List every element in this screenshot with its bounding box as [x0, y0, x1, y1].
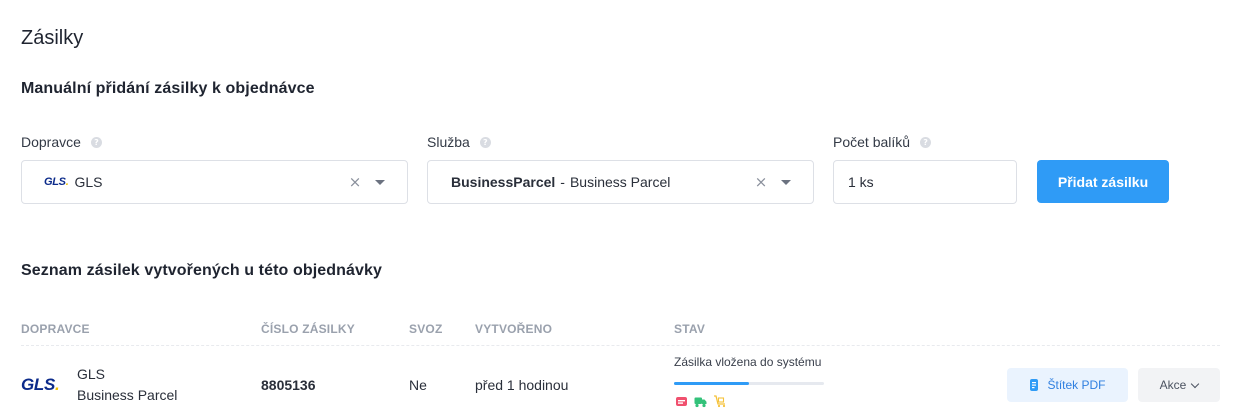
package-count-input[interactable] [833, 160, 1017, 204]
service-label-text: Služba [427, 134, 470, 150]
column-header-carrier: DOPRAVCE [21, 322, 90, 336]
gls-logo: GLS. [21, 375, 60, 394]
column-header-status: STAV [674, 322, 706, 336]
service-select-value: BusinessParcel - Business Parcel [428, 174, 753, 190]
truck-icon [694, 397, 707, 408]
gls-logo: GLS. [44, 176, 69, 188]
carrier-select-text: GLS [74, 174, 103, 190]
service-label: Služba ? [427, 134, 491, 150]
column-header-created: VYTVOŘENO [475, 322, 553, 336]
add-shipment-button[interactable]: Přidat zásilku [1037, 160, 1169, 203]
list-section-title: Seznam zásilek vytvořených u této objedn… [21, 262, 382, 279]
created-value: před 1 hodinou [475, 377, 569, 393]
page-title: Zásilky [21, 27, 84, 49]
clear-icon[interactable]: × [753, 173, 769, 191]
label-pdf-button[interactable]: Štítek PDF [1007, 368, 1128, 402]
shipment-number: 8805136 [261, 377, 316, 393]
pickup-value: Ne [409, 377, 427, 393]
count-label: Počet balíků ? [833, 134, 932, 150]
chevron-down-icon[interactable] [375, 179, 385, 185]
carrier-select[interactable]: GLS. GLS × [21, 160, 408, 204]
carrier-label: Dopravce ? [21, 134, 102, 150]
column-header-number: ČÍSLO ZÁSILKY [261, 322, 355, 336]
status-steps [675, 395, 726, 408]
carrier-service: Business Parcel [77, 387, 178, 403]
table-row: GLS. GLS Business Parcel 8805136 Ne před… [21, 347, 1220, 419]
manual-section-title: Manuální přidání zásilky k objednávce [21, 80, 315, 97]
carrier-select-value: GLS. GLS [22, 174, 347, 190]
carrier-label-text: Dopravce [21, 134, 81, 150]
table-header: DOPRAVCE ČÍSLO ZÁSILKY SVOZ VYTVOŘENO ST… [21, 322, 1220, 346]
label-pdf-text: Štítek PDF [1047, 378, 1106, 392]
actions-dropdown-button[interactable]: Akce [1138, 368, 1220, 402]
chevron-down-icon [1191, 379, 1200, 388]
status-text: Zásilka vložena do systému [674, 355, 822, 369]
delivered-icon [714, 395, 726, 408]
service-name: Business Parcel [569, 174, 671, 190]
service-select[interactable]: BusinessParcel - Business Parcel × [427, 160, 814, 204]
actions-text: Akce [1159, 378, 1187, 392]
column-header-pickup: SVOZ [409, 322, 443, 336]
help-icon[interactable]: ? [920, 136, 932, 148]
service-separator: - [560, 174, 565, 190]
help-icon[interactable]: ? [479, 136, 491, 148]
status-progress-bar [674, 382, 824, 385]
clear-icon[interactable]: × [347, 173, 363, 191]
service-code: BusinessParcel [451, 174, 556, 190]
chevron-down-icon[interactable] [781, 179, 791, 185]
carrier-name: GLS [77, 366, 106, 382]
help-icon[interactable]: ? [90, 136, 102, 148]
package-icon [676, 397, 687, 406]
status-progress-fill [674, 382, 749, 385]
label-pdf-icon [1030, 379, 1039, 391]
count-label-text: Počet balíků [833, 134, 911, 150]
